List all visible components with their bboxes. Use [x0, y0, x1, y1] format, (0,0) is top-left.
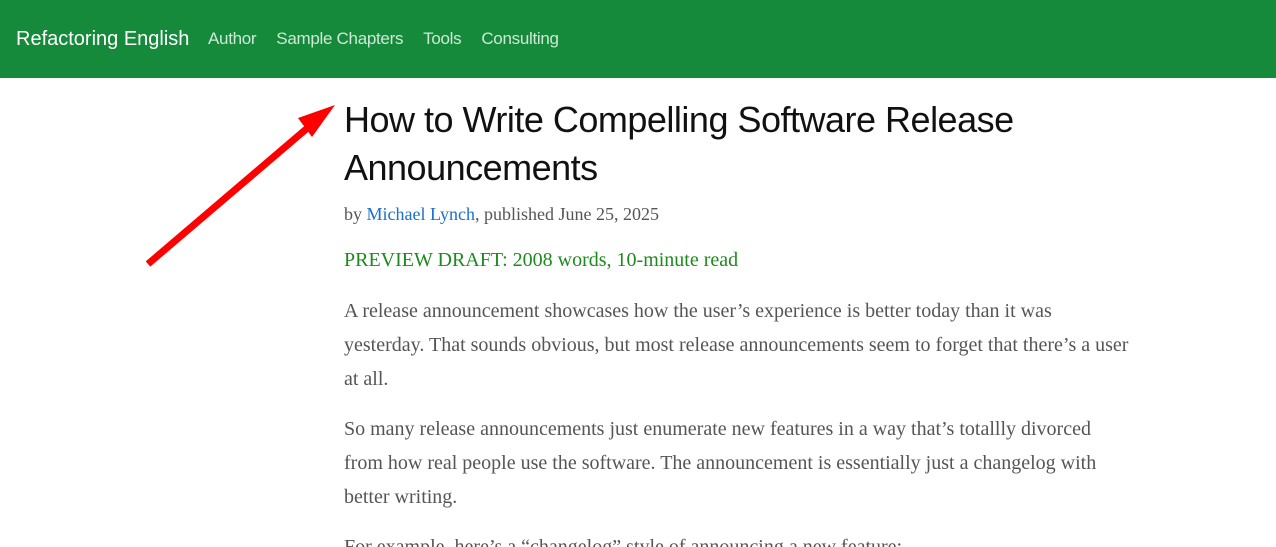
preview-draft-notice: PREVIEW DRAFT: 2008 words, 10-minute rea…	[344, 249, 739, 271]
red-arrow-icon	[145, 105, 335, 267]
nav-link-author[interactable]: Author	[208, 28, 257, 50]
nav-link-consulting[interactable]: Consulting	[481, 28, 559, 50]
nav-link-sample-chapters[interactable]: Sample Chapters	[276, 28, 403, 50]
byline-published: , published June 25, 2025	[474, 204, 659, 224]
article-title: How to Write Compelling Software Release…	[344, 99, 1014, 188]
site-brand-link[interactable]: Refactoring English	[16, 26, 189, 52]
nav-link-tools[interactable]: Tools	[423, 28, 461, 50]
paragraph-1: A release announcement showcases how the…	[344, 300, 1129, 390]
nav-links: Author Sample Chapters Tools Consulting	[208, 28, 579, 50]
top-navbar: Refactoring English Author Sample Chapte…	[0, 0, 1276, 78]
article: How to Write Compelling Software Release…	[344, 96, 1144, 547]
paragraph-3: For example, here’s a “changelog” style …	[344, 536, 903, 547]
paragraph-2: So many release announcements just enume…	[344, 418, 1097, 508]
byline-prefix: by	[344, 204, 367, 224]
byline: by Michael Lynch, published June 25, 202…	[344, 202, 1144, 226]
author-link[interactable]: Michael Lynch	[367, 204, 475, 224]
